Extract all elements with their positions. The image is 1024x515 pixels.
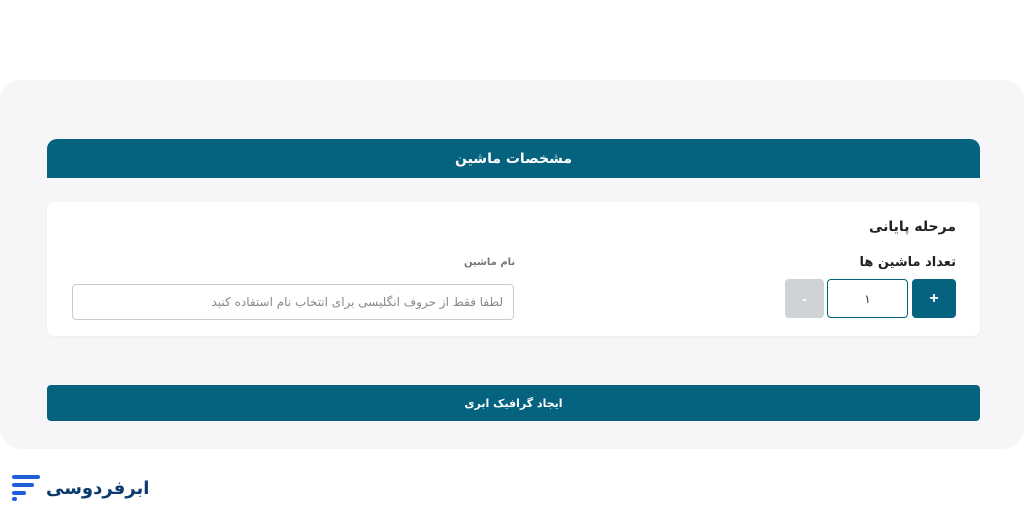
brand-name: ابرفردوسی <box>46 477 150 499</box>
machine-count-label: تعداد ماشین ها <box>859 255 956 270</box>
brand-logo-icon <box>12 475 40 501</box>
stage-title: مرحله پایانی <box>869 219 956 235</box>
section-title: مشخصات ماشین <box>454 150 572 167</box>
section-header: مشخصات ماشین <box>47 139 980 178</box>
machine-name-placeholder: لطفا فقط از حروف انگلیسی برای انتخاب نام… <box>211 295 504 309</box>
decrement-button[interactable]: - <box>785 279 824 318</box>
machine-name-label: نام ماشین <box>464 257 516 268</box>
create-button-label: ایجاد گرافیک ابری <box>464 396 563 410</box>
create-cloud-graphic-button[interactable]: ایجاد گرافیک ابری <box>47 385 980 421</box>
machine-count-value: ۱ <box>864 291 871 306</box>
machine-name-input[interactable]: لطفا فقط از حروف انگلیسی برای انتخاب نام… <box>72 284 514 320</box>
brand-logo: ابرفردوسی <box>12 475 149 501</box>
increment-button[interactable]: + <box>912 279 956 318</box>
machine-count-input[interactable]: ۱ <box>827 279 908 318</box>
